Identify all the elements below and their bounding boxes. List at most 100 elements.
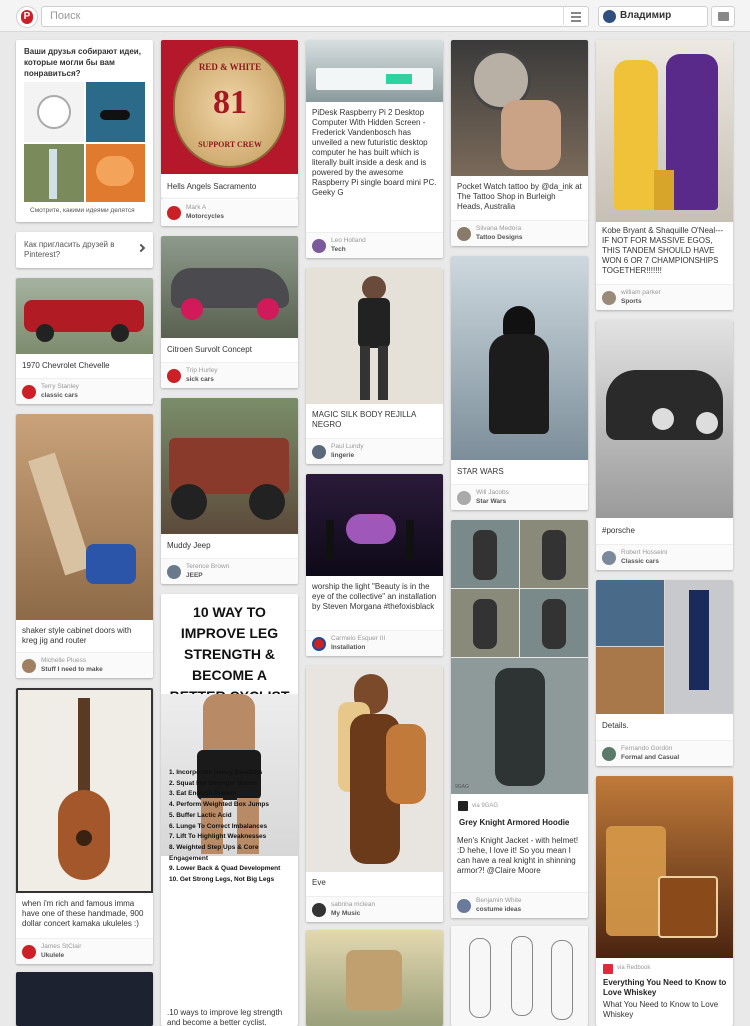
pinner-name[interactable]: Mark A [186,204,206,211]
pin-star-wars[interactable]: STAR WARS Will Jacobs Star Wars [451,256,588,510]
rich-pin-title[interactable]: Everything You Need to Know to Love Whis… [603,978,727,998]
pinner-name[interactable]: Carmelo Esquer III [331,635,385,642]
pin-image[interactable] [161,236,298,338]
pinner-name[interactable]: Michelle Pluess [41,657,86,664]
board-name[interactable]: Classic cars [621,558,659,565]
board-name[interactable]: classic cars [41,392,78,399]
pinner-name[interactable]: Terence Brown [186,563,229,570]
pin-pidesk[interactable]: PiDesk Raspberry Pi 2 Desktop Computer W… [306,40,443,258]
pin-image[interactable] [16,414,153,620]
pin-attribution[interactable]: Michelle Pluess Stuff I need to make [16,652,153,678]
pinner-name[interactable]: Terry Stanley [41,383,79,390]
pin-image[interactable] [306,666,443,872]
pin-attribution[interactable]: Leo Holland Tech [306,232,443,258]
pin-image[interactable] [306,474,443,576]
pin-attribution[interactable]: william parker Sports [596,284,733,310]
pinner-name[interactable]: Leo Holland [331,237,366,244]
pin-image[interactable] [306,930,443,1026]
board-name[interactable]: JEEP [186,572,203,579]
pin-image[interactable]: 9GAG [451,520,588,794]
board-name[interactable]: Star Wars [476,498,506,505]
board-name[interactable]: Ukulele [41,952,64,959]
pin-attribution[interactable]: Trip Hurley sick cars [161,362,298,388]
pin-image[interactable]: 10 WAY TO IMPROVE LEG STRENGTH & BECOME … [161,594,298,1004]
pin-worship-light[interactable]: worship the light "Beauty is in the eye … [306,474,443,656]
pinner-name[interactable]: Robert Hosseini [621,549,667,556]
source-via[interactable]: via 9GAG [472,803,498,809]
user-profile-button[interactable]: Владимир [598,6,708,27]
pin-muddy-jeep[interactable]: Muddy Jeep Terence Brown JEEP [161,398,298,584]
pinner-name[interactable]: Trip Hurley [186,367,218,374]
pin-attribution[interactable]: Terence Brown JEEP [161,558,298,584]
pin-image[interactable] [596,40,733,222]
pin-attribution[interactable]: Paul Lundy lingerie [306,438,443,464]
pin-sketch-next[interactable] [451,926,588,1026]
pin-hells-angels[interactable]: RED & WHITE 81 SUPPORT CREW Hells Angels… [161,40,298,198]
board-name[interactable]: lingerie [331,452,354,459]
board-name[interactable]: My Music [331,910,360,917]
pin-image[interactable] [16,278,153,354]
pinner-name[interactable]: sabrina mclean [331,901,375,908]
pinner-name[interactable]: Fernando Gordón [621,745,672,752]
board-name[interactable]: Installation [331,644,365,651]
pin-image[interactable]: RED & WHITE 81 SUPPORT CREW [161,40,298,174]
pinterest-logo[interactable]: P [16,6,38,28]
pin-details[interactable]: Details. Fernando Gordón Formal and Casu… [596,580,733,766]
pin-chevelle[interactable]: 1970 Chevrolet Chevelle Terry Stanley cl… [16,278,153,404]
pin-image[interactable] [161,398,298,534]
pin-image[interactable] [16,688,153,893]
pin-attribution[interactable]: Silvana Medora Tattoo Designs [451,220,588,246]
invite-friends-card[interactable]: Как пригласить друзей в Pinterest? [16,232,153,268]
menu-icon[interactable] [563,7,587,25]
pin-image[interactable] [451,40,588,176]
friends-ideas-card[interactable]: Ваши друзья собирают идеи, которые могли… [16,40,153,222]
pin-whiskey[interactable]: via Redbook Everything You Need to Know … [596,776,733,1026]
pin-attribution[interactable]: Terry Stanley classic cars [16,378,153,404]
pin-image[interactable] [306,40,443,102]
pin-grey-knight-hoodie[interactable]: 9GAG via 9GAG Grey Knight Armored Hoodie… [451,520,588,918]
pin-image[interactable] [451,926,588,1026]
pin-image[interactable] [596,776,733,958]
pin-ukulele[interactable]: when i'm rich and famous imma have one o… [16,688,153,964]
pinner-name[interactable]: Silvana Medora [476,225,521,232]
pin-attribution[interactable]: Robert Hosseini Classic cars [596,544,733,570]
board-name[interactable]: costume ideas [476,906,521,913]
pin-survolt[interactable]: Citroen Survolt Concept Trip Hurley sick… [161,236,298,388]
friends-card-footer[interactable]: Смотрите, какими идеями делятся [30,207,135,214]
board-name[interactable]: sick cars [186,376,214,383]
board-name[interactable]: Stuff I need to make [41,666,103,673]
pin-cabinet[interactable]: shaker style cabinet doors with kreg jig… [16,414,153,678]
messages-icon[interactable] [711,6,735,27]
pin-attribution[interactable]: Will Jacobs Star Wars [451,484,588,510]
pin-next[interactable] [16,972,153,1026]
pin-art-next[interactable] [306,930,443,1026]
pin-attribution[interactable]: Mark A Motorcycles [161,200,298,226]
pinner-name[interactable]: Paul Lundy [331,443,364,450]
board-name[interactable]: Tattoo Designs [476,234,522,241]
board-name[interactable]: Tech [331,246,346,253]
pin-watch-tattoo[interactable]: Pocket Watch tattoo by @da_ink at The Ta… [451,40,588,246]
pin-attribution[interactable]: Carmelo Esquer III Installation [306,630,443,656]
board-name[interactable]: Motorcycles [186,213,224,220]
pin-image[interactable] [451,256,588,460]
pinner-name[interactable]: Benjamin White [476,897,522,904]
pin-image[interactable] [306,268,443,404]
pin-hells-angels-attribution[interactable]: Mark A Motorcycles [161,198,298,226]
source-via[interactable]: via Redbook [617,965,650,971]
pin-eve[interactable]: Eve sabrina mclean My Music [306,666,443,922]
pin-image[interactable] [596,320,733,518]
pin-attribution[interactable]: Benjamin White costume ideas [451,892,588,918]
pinner-name[interactable]: william parker [621,289,661,296]
pin-magic-silk[interactable]: MAGIC SILK BODY REJILLA NEGRO Paul Lundy… [306,268,443,464]
pin-porsche[interactable]: #porsche Robert Hosseini Classic cars [596,320,733,570]
pin-image[interactable] [596,580,733,714]
pin-attribution[interactable]: sabrina mclean My Music [306,896,443,922]
pin-attribution[interactable]: Fernando Gordón Formal and Casual [596,740,733,766]
board-name[interactable]: Formal and Casual [621,754,679,761]
pin-kobe-shaq[interactable]: Kobe Bryant & Shaquille O'Neal--- IF NOT… [596,40,733,310]
rich-pin-title[interactable]: Grey Knight Armored Hoodie [459,818,569,827]
pinner-name[interactable]: James StClair [41,943,81,950]
search-input[interactable]: Поиск [41,6,589,27]
pinner-name[interactable]: Will Jacobs [476,489,509,496]
pin-attribution[interactable]: James StClair Ukulele [16,938,153,964]
